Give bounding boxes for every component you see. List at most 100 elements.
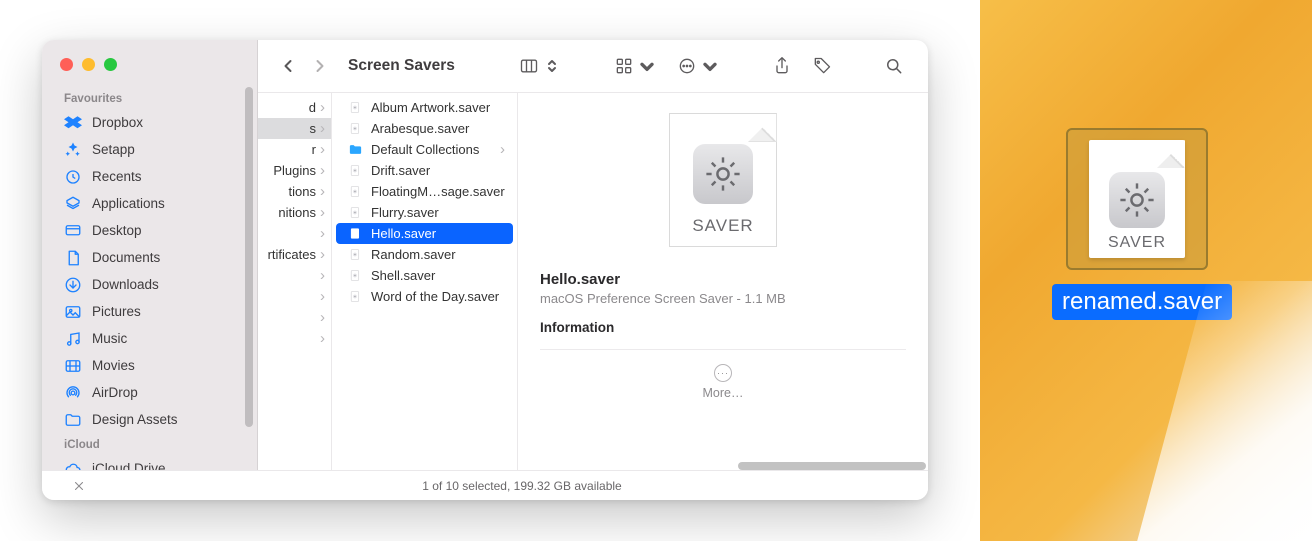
file-row[interactable]: FloatingM…sage.saver bbox=[336, 181, 513, 202]
preview-pane: SAVER Hello.saver macOS Preference Scree… bbox=[518, 93, 928, 500]
file-row[interactable]: Word of the Day.saver bbox=[336, 286, 513, 307]
sidebar-item-pictures[interactable]: Pictures bbox=[42, 298, 251, 325]
view-columns-button[interactable] bbox=[513, 52, 568, 80]
sidebar-item-label: Setapp bbox=[92, 142, 135, 157]
sidebar-item-recents[interactable]: Recents bbox=[42, 163, 251, 190]
ellipsis-icon: ··· bbox=[714, 364, 732, 382]
column-item[interactable]: nitions bbox=[258, 202, 331, 223]
saver-file-icon bbox=[348, 226, 363, 241]
finder-window: FavouritesDropbox Setapp Recents Applicatio… bbox=[42, 40, 928, 500]
sidebar-item-setapp[interactable]: Setapp bbox=[42, 136, 251, 163]
column-item[interactable] bbox=[258, 286, 331, 307]
tags-button[interactable] bbox=[806, 52, 838, 80]
file-name: FloatingM…sage.saver bbox=[371, 184, 505, 199]
file-row[interactable]: Default Collections bbox=[336, 139, 513, 160]
column-item[interactable]: rtificates bbox=[258, 244, 331, 265]
file-ext-label: SAVER bbox=[1108, 234, 1166, 252]
airdrop-icon bbox=[64, 384, 82, 402]
sidebar-item-dropbox[interactable]: Dropbox bbox=[42, 109, 251, 136]
sidebar-item-downloads[interactable]: Downloads bbox=[42, 271, 251, 298]
sidebar-item-applications[interactable]: Applications bbox=[42, 190, 251, 217]
file-row[interactable]: Album Artwork.saver bbox=[336, 97, 513, 118]
file-name: Random.saver bbox=[371, 247, 505, 262]
sidebar-scrollbar[interactable] bbox=[245, 87, 253, 427]
sidebar-item-design-assets[interactable]: Design Assets bbox=[42, 406, 251, 433]
column-item-label: d bbox=[309, 100, 316, 115]
saver-file-icon bbox=[348, 205, 363, 220]
chevron-right-icon bbox=[320, 121, 325, 136]
chevron-right-icon bbox=[320, 310, 325, 325]
chevron-right-icon bbox=[320, 268, 325, 283]
sidebar-item-airdrop[interactable]: AirDrop bbox=[42, 379, 251, 406]
sidebar-item-documents[interactable]: Documents bbox=[42, 244, 251, 271]
minimize-button[interactable] bbox=[82, 58, 95, 71]
preview-more[interactable]: ··· More… bbox=[540, 364, 906, 400]
file-row[interactable]: Shell.saver bbox=[336, 265, 513, 286]
sidebar-item-label: Downloads bbox=[92, 277, 159, 292]
preview-ext-label: SAVER bbox=[692, 216, 753, 236]
file-name: Shell.saver bbox=[371, 268, 505, 283]
movies-icon bbox=[64, 357, 82, 375]
column-item[interactable]: r bbox=[258, 139, 331, 160]
forward-button[interactable] bbox=[308, 54, 332, 78]
chevron-right-icon bbox=[320, 142, 325, 157]
desktop-file-selection: SAVER bbox=[1066, 128, 1208, 270]
file-row[interactable]: Random.saver bbox=[336, 244, 513, 265]
file-row[interactable]: Flurry.saver bbox=[336, 202, 513, 223]
search-button[interactable] bbox=[878, 52, 910, 80]
column-parent[interactable]: dsrPluginstionsnitions rtificates bbox=[258, 93, 332, 500]
chevron-right-icon bbox=[320, 163, 325, 178]
sidebar-section-header: Favourites bbox=[42, 87, 257, 109]
chevron-right-icon bbox=[320, 205, 325, 220]
back-button[interactable] bbox=[276, 54, 300, 78]
preview-info-header: Information bbox=[540, 320, 906, 335]
desktop-file-name[interactable]: renamed.saver bbox=[1052, 284, 1232, 320]
finder-main: Screen Savers bbox=[258, 40, 928, 500]
maximize-button[interactable] bbox=[104, 58, 117, 71]
dropbox-icon bbox=[64, 114, 82, 132]
desktop-icon bbox=[64, 222, 82, 240]
column-view: dsrPluginstionsnitions rtificates Album A… bbox=[258, 92, 928, 500]
sidebar-item-desktop[interactable]: Desktop bbox=[42, 217, 251, 244]
file-name: Default Collections bbox=[371, 142, 492, 157]
sidebar-item-label: Recents bbox=[92, 169, 142, 184]
gear-icon bbox=[693, 144, 753, 204]
column-item[interactable] bbox=[258, 307, 331, 328]
sidebar-item-label: Design Assets bbox=[92, 412, 178, 427]
column-item[interactable] bbox=[258, 265, 331, 286]
desktop-file[interactable]: SAVER renamed.saver bbox=[1052, 128, 1222, 320]
sidebar-item-label: Documents bbox=[92, 250, 160, 265]
file-row[interactable]: Arabesque.saver bbox=[336, 118, 513, 139]
column-item[interactable] bbox=[258, 328, 331, 349]
file-row[interactable]: Hello.saver bbox=[336, 223, 513, 244]
share-button[interactable] bbox=[766, 52, 798, 80]
preview-file-icon: SAVER bbox=[669, 113, 777, 247]
chevron-right-icon bbox=[320, 331, 325, 346]
close-button[interactable] bbox=[60, 58, 73, 71]
sidebar-list: FavouritesDropbox Setapp Recents Applicatio… bbox=[42, 87, 257, 500]
sidebar-item-label: Music bbox=[92, 331, 127, 346]
action-button[interactable] bbox=[671, 52, 726, 80]
column-item-label: rtificates bbox=[268, 247, 316, 262]
doc-icon bbox=[64, 249, 82, 267]
path-close-button[interactable] bbox=[42, 470, 116, 500]
column-item[interactable]: tions bbox=[258, 181, 331, 202]
sidebar-item-music[interactable]: Music bbox=[42, 325, 251, 352]
file-name: Drift.saver bbox=[371, 163, 505, 178]
column-item[interactable]: d bbox=[258, 97, 331, 118]
file-name: Album Artwork.saver bbox=[371, 100, 505, 115]
status-bar: 1 of 10 selected, 199.32 GB available bbox=[116, 470, 928, 500]
sidebar-item-movies[interactable]: Movies bbox=[42, 352, 251, 379]
file-row[interactable]: Drift.saver bbox=[336, 160, 513, 181]
column-item[interactable]: s bbox=[258, 118, 331, 139]
saver-file-icon bbox=[348, 289, 363, 304]
column-files[interactable]: Album Artwork.saver Arabesque.saver Defaul… bbox=[332, 93, 518, 500]
chevron-right-icon bbox=[320, 184, 325, 199]
group-button[interactable] bbox=[608, 52, 663, 80]
chevron-right-icon bbox=[320, 100, 325, 115]
chevron-right-icon bbox=[320, 289, 325, 304]
saver-file-icon bbox=[348, 247, 363, 262]
chevron-right-icon bbox=[320, 226, 325, 241]
column-item[interactable]: Plugins bbox=[258, 160, 331, 181]
column-item[interactable] bbox=[258, 223, 331, 244]
